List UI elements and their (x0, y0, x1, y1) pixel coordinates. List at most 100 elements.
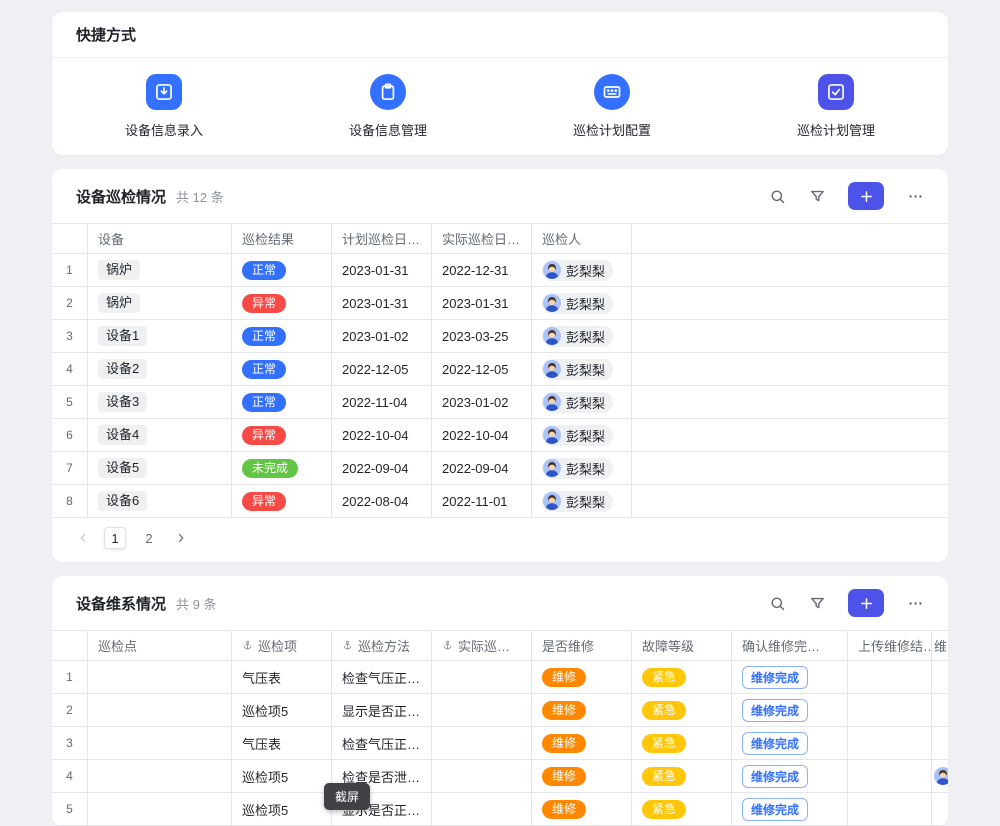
column-header[interactable]: 巡检点 (88, 631, 232, 660)
cell-repair[interactable]: 维修 (532, 661, 632, 693)
column-header[interactable]: 实际巡… (432, 631, 532, 660)
repair-complete-button[interactable]: 维修完成 (742, 666, 808, 689)
cell-confirm[interactable]: 维修完成 (732, 760, 848, 792)
cell-inspector[interactable]: 彭梨梨 (532, 452, 632, 484)
cell-inspector[interactable]: 彭梨梨 (532, 353, 632, 385)
cell-device[interactable]: 锅炉 (88, 254, 232, 286)
cell-empty[interactable] (632, 452, 948, 484)
cell-device[interactable]: 设备1 (88, 320, 232, 352)
add-record-button[interactable] (848, 182, 884, 210)
cell-planned-date[interactable]: 2023-01-31 (332, 254, 432, 286)
repair-complete-button[interactable]: 维修完成 (742, 732, 808, 755)
cell-actual-date[interactable]: 2022-12-31 (432, 254, 532, 286)
chevron-left-icon[interactable] (74, 529, 92, 547)
cell-fault-level[interactable]: 紧急 (632, 694, 732, 726)
cell-inspection-item[interactable]: 气压表 (232, 661, 332, 693)
cell-device[interactable]: 设备4 (88, 419, 232, 451)
cell-planned-date[interactable]: 2022-08-04 (332, 485, 432, 517)
cell-empty[interactable] (632, 254, 948, 286)
cell-device[interactable]: 设备3 (88, 386, 232, 418)
cell-fault-level[interactable]: 紧急 (632, 727, 732, 759)
cell-fault-level[interactable]: 紧急 (632, 661, 732, 693)
cell-result[interactable]: 正常 (232, 254, 332, 286)
cell-inspection-item[interactable]: 气压表 (232, 727, 332, 759)
cell-device[interactable]: 锅炉 (88, 287, 232, 319)
cell-actual-date[interactable]: 2022-09-04 (432, 452, 532, 484)
cell-inspection-item[interactable]: 巡检项5 (232, 694, 332, 726)
cell-actual-date[interactable]: 2023-01-02 (432, 386, 532, 418)
cell-result[interactable]: 正常 (232, 386, 332, 418)
repair-complete-button[interactable]: 维修完成 (742, 798, 808, 821)
cell-empty[interactable] (632, 419, 948, 451)
cell-fault-level[interactable]: 紧急 (632, 793, 732, 825)
cell-assignee[interactable] (932, 760, 948, 792)
cell-inspector[interactable]: 彭梨梨 (532, 320, 632, 352)
cell-upload-result[interactable] (848, 694, 932, 726)
add-record-button[interactable] (848, 589, 884, 617)
cell-repair[interactable]: 维修 (532, 694, 632, 726)
cell-empty[interactable] (632, 320, 948, 352)
cell-inspection-point[interactable] (88, 793, 232, 825)
cell-actual-date[interactable]: 2022-10-04 (432, 419, 532, 451)
cell-assignee[interactable] (932, 727, 948, 759)
cell-actual[interactable] (432, 793, 532, 825)
cell-inspector[interactable]: 彭梨梨 (532, 419, 632, 451)
cell-empty[interactable] (632, 386, 948, 418)
cell-repair[interactable]: 维修 (532, 793, 632, 825)
cell-fault-level[interactable]: 紧急 (632, 760, 732, 792)
column-header[interactable]: 设备 (88, 224, 232, 253)
cell-upload-result[interactable] (848, 727, 932, 759)
cell-actual-date[interactable]: 2022-12-05 (432, 353, 532, 385)
column-header[interactable]: 巡检方法 (332, 631, 432, 660)
cell-inspector[interactable]: 彭梨梨 (532, 386, 632, 418)
cell-result[interactable]: 异常 (232, 485, 332, 517)
cell-planned-date[interactable]: 2022-12-05 (332, 353, 432, 385)
cell-actual-date[interactable]: 2023-03-25 (432, 320, 532, 352)
cell-result[interactable]: 异常 (232, 287, 332, 319)
cell-inspection-item[interactable]: 巡检项5 (232, 793, 332, 825)
cell-inspection-item[interactable]: 巡检项5 (232, 760, 332, 792)
cell-planned-date[interactable]: 2022-11-04 (332, 386, 432, 418)
column-header[interactable]: 确认维修完… (732, 631, 848, 660)
cell-actual[interactable] (432, 727, 532, 759)
cell-assignee[interactable] (932, 661, 948, 693)
cell-confirm[interactable]: 维修完成 (732, 727, 848, 759)
cell-inspector[interactable]: 彭梨梨 (532, 485, 632, 517)
column-header[interactable]: 巡检人 (532, 224, 632, 253)
repair-complete-button[interactable]: 维修完成 (742, 699, 808, 722)
cell-confirm[interactable]: 维修完成 (732, 694, 848, 726)
cell-empty[interactable] (632, 353, 948, 385)
search-icon[interactable] (768, 594, 786, 612)
repair-complete-button[interactable]: 维修完成 (742, 765, 808, 788)
column-header[interactable]: 上传维修结… (848, 631, 932, 660)
cell-device[interactable]: 设备2 (88, 353, 232, 385)
column-header[interactable]: 巡检项 (232, 631, 332, 660)
filter-icon[interactable] (808, 187, 826, 205)
cell-repair[interactable]: 维修 (532, 727, 632, 759)
column-header[interactable]: 巡检结果 (232, 224, 332, 253)
cell-upload-result[interactable] (848, 760, 932, 792)
cell-empty[interactable] (632, 287, 948, 319)
more-icon[interactable] (906, 594, 924, 612)
cell-inspection-point[interactable] (88, 727, 232, 759)
cell-actual[interactable] (432, 661, 532, 693)
cell-planned-date[interactable]: 2023-01-02 (332, 320, 432, 352)
shortcut-inspection-plan-config[interactable]: 巡检计划配置 (500, 74, 724, 139)
search-icon[interactable] (768, 187, 786, 205)
more-icon[interactable] (906, 187, 924, 205)
cell-upload-result[interactable] (848, 661, 932, 693)
shortcut-device-info-entry[interactable]: 设备信息录入 (52, 74, 276, 139)
cell-assignee[interactable] (932, 793, 948, 825)
page-number[interactable]: 1 (104, 527, 126, 549)
cell-device[interactable]: 设备5 (88, 452, 232, 484)
cell-confirm[interactable]: 维修完成 (732, 793, 848, 825)
cell-inspector[interactable]: 彭梨梨 (532, 254, 632, 286)
cell-inspection-method[interactable]: 检查气压正… (332, 727, 432, 759)
column-header[interactable]: 实际巡检日… (432, 224, 532, 253)
cell-empty[interactable] (632, 485, 948, 517)
cell-assignee[interactable] (932, 694, 948, 726)
cell-inspection-point[interactable] (88, 694, 232, 726)
chevron-right-icon[interactable] (172, 529, 190, 547)
cell-actual-date[interactable]: 2023-01-31 (432, 287, 532, 319)
shortcut-device-info-manage[interactable]: 设备信息管理 (276, 74, 500, 139)
